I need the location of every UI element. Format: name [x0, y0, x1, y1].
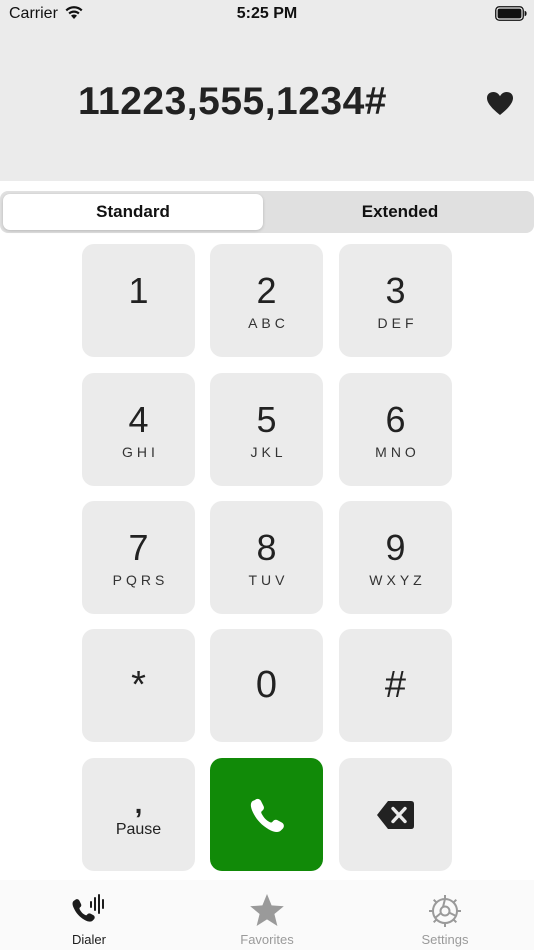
key-4[interactable]: 4 GHI	[82, 373, 195, 486]
tab-label: Settings	[421, 932, 469, 947]
keypad-mode-selector: Standard Extended	[0, 191, 534, 233]
segment-extended[interactable]: Extended	[270, 194, 530, 230]
key-letters: WXYZ	[369, 571, 426, 588]
tab-bar: Dialer Favorites Settings	[0, 880, 534, 950]
call-button[interactable]	[210, 758, 323, 871]
status-bar: Carrier 5:25 PM	[0, 0, 534, 28]
key-letters: MNO	[375, 443, 420, 460]
tab-favorites[interactable]: Favorites	[178, 880, 356, 950]
gear-icon	[429, 895, 461, 927]
star-icon	[250, 894, 284, 926]
delete-button[interactable]	[339, 758, 452, 871]
key-digit: 1	[128, 269, 149, 311]
tab-settings[interactable]: Settings	[356, 880, 534, 950]
key-digit: 4	[128, 398, 149, 440]
key-hash[interactable]: #	[339, 629, 452, 742]
key-digit: 6	[385, 398, 406, 440]
phone-icon	[250, 798, 284, 832]
pause-symbol: ,	[134, 787, 143, 819]
key-digit: #	[384, 664, 407, 706]
key-digit: 8	[256, 526, 277, 568]
key-letters: TUV	[248, 571, 289, 588]
tab-label: Favorites	[240, 932, 294, 947]
key-9[interactable]: 9 WXYZ	[339, 501, 452, 614]
key-digit: 5	[256, 398, 277, 440]
key-star[interactable]: *	[82, 629, 195, 742]
segment-standard[interactable]: Standard	[3, 194, 263, 230]
pause-label: Pause	[115, 820, 162, 838]
key-letters: PQRS	[112, 571, 169, 588]
key-0[interactable]: 0	[210, 629, 323, 742]
key-7[interactable]: 7 PQRS	[82, 501, 195, 614]
key-digit: 3	[385, 269, 406, 311]
key-6[interactable]: 6 MNO	[339, 373, 452, 486]
dialer-screen: Carrier 5:25 PM 11223,555,1234# Standard…	[0, 0, 534, 950]
key-letters	[137, 315, 141, 331]
key-digit: 7	[128, 526, 149, 568]
tab-label: Dialer	[72, 932, 106, 947]
key-letters: DEF	[377, 314, 418, 331]
key-5[interactable]: 5 JKL	[210, 373, 323, 486]
key-letters: JKL	[250, 443, 287, 460]
key-digit: 0	[255, 664, 278, 706]
key-digit: 9	[385, 526, 406, 568]
battery-icon	[495, 6, 527, 21]
key-letters: GHI	[122, 443, 159, 460]
status-time: 5:25 PM	[236, 5, 298, 22]
pause-button[interactable]: , Pause	[82, 758, 195, 871]
display-area: Carrier 5:25 PM 11223,555,1234#	[0, 0, 534, 181]
key-2[interactable]: 2 ABC	[210, 244, 323, 357]
tab-dialer[interactable]: Dialer	[0, 880, 178, 950]
backspace-icon	[376, 800, 414, 829]
key-3[interactable]: 3 DEF	[339, 244, 452, 357]
key-1[interactable]: 1	[82, 244, 195, 357]
dialer-icon	[72, 894, 104, 922]
heart-icon[interactable]	[486, 91, 514, 117]
key-digit: *	[131, 664, 146, 706]
key-letters: ABC	[248, 314, 289, 331]
dialed-number: 11223,555,1234#	[78, 80, 387, 123]
key-8[interactable]: 8 TUV	[210, 501, 323, 614]
key-digit: 2	[256, 269, 277, 311]
